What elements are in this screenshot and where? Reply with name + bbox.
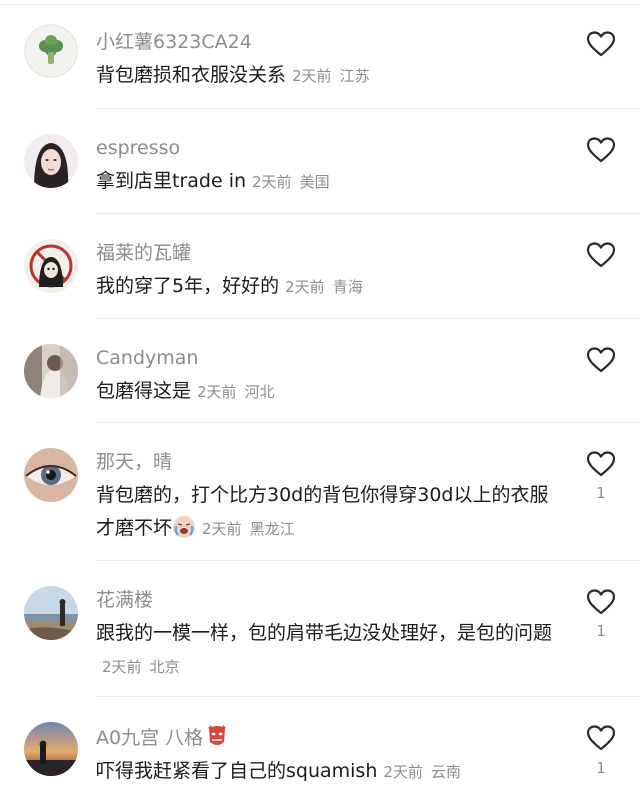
heart-outline-icon[interactable] xyxy=(587,137,615,163)
heart-outline-icon[interactable] xyxy=(587,725,615,751)
comment-text: 包磨得这是 xyxy=(96,380,192,402)
like-count: 1 xyxy=(596,484,606,502)
heart-outline-icon[interactable] xyxy=(587,589,615,615)
comment-body: 吓得我赶紧看了自己的squamish 2天前 云南 xyxy=(96,755,566,789)
divider xyxy=(96,422,640,423)
comment-location: 美国 xyxy=(299,173,330,191)
divider xyxy=(96,318,640,319)
divider xyxy=(96,108,640,109)
avatar[interactable] xyxy=(24,239,78,293)
divider xyxy=(96,696,640,697)
heart-outline-icon[interactable] xyxy=(587,242,615,268)
comment-item[interactable]: Candyman 包磨得这是 2天前 河北 xyxy=(0,320,640,424)
like-count: 1 xyxy=(596,759,606,777)
comment-location: 黑龙江 xyxy=(249,520,295,538)
comment-time: 2天前 xyxy=(383,763,423,781)
username[interactable]: 花满楼 xyxy=(96,588,153,612)
comment-item[interactable]: A0九宫 八格 吓得我赶紧看了自己的squamish 2天前 云南 1 xyxy=(0,698,640,799)
heart-outline-icon[interactable] xyxy=(587,347,615,373)
comment-item[interactable]: espresso 拿到店里trade in 2天前 美国 xyxy=(0,110,640,215)
username[interactable]: 那天，晴 xyxy=(96,450,172,474)
comment-time: 2天前 xyxy=(252,173,292,191)
avatar[interactable] xyxy=(24,586,78,640)
comment-body: 拿到店里trade in 2天前 美国 xyxy=(96,165,566,199)
comment-time: 2天前 xyxy=(102,658,142,676)
comment-body: 包磨得这是 2天前 河北 xyxy=(96,375,566,409)
comment-time: 2天前 xyxy=(197,383,237,401)
comment-location: 河北 xyxy=(244,383,275,401)
avatar[interactable] xyxy=(24,24,78,78)
comment-time: 2天前 xyxy=(202,520,242,538)
comment-body: 背包磨的，打个比方30d的背包你得穿30d以上的衣服才磨不坏 2天前 黑龙江 xyxy=(96,479,566,546)
comment-location: 青海 xyxy=(332,278,363,296)
crying-face-emoji xyxy=(173,516,196,538)
comment-location: 北京 xyxy=(149,658,180,676)
comment-text: 吓得我赶紧看了自己的squamish xyxy=(96,760,378,782)
comment-item[interactable]: 那天，晴 背包磨的，打个比方30d的背包你得穿30d以上的衣服才磨不坏 2天前 黑… xyxy=(0,424,640,562)
username[interactable]: 福莱的瓦罐 xyxy=(96,241,191,265)
comment-text: 背包磨的，打个比方30d的背包你得穿30d以上的衣服才磨不坏 xyxy=(96,484,549,539)
comment-text: 背包磨损和衣服没关系 xyxy=(96,64,287,86)
comment-item[interactable]: 小红薯6323CA24 背包磨损和衣服没关系 2天前 江苏 xyxy=(0,0,640,110)
username[interactable]: 小红薯6323CA24 xyxy=(96,30,252,54)
heart-outline-icon[interactable] xyxy=(587,31,615,57)
heart-outline-icon[interactable] xyxy=(587,451,615,477)
comment-body: 跟我的一模一样，包的肩带毛边没处理好，是包的问题 2天前 北京 xyxy=(96,617,566,684)
divider xyxy=(96,560,640,561)
comment-body: 背包磨损和衣服没关系 2天前 江苏 xyxy=(96,59,566,93)
comment-time: 2天前 xyxy=(285,278,325,296)
avatar[interactable] xyxy=(24,448,78,502)
comment-location: 云南 xyxy=(430,763,461,781)
username[interactable]: Candyman xyxy=(96,346,198,370)
comment-text: 我的穿了5年，好好的 xyxy=(96,275,280,297)
comment-time: 2天前 xyxy=(292,67,332,85)
comment-item[interactable]: 福莱的瓦罐 我的穿了5年，好好的 2天前 青海 xyxy=(0,215,640,320)
comment-body: 我的穿了5年，好好的 2天前 青海 xyxy=(96,270,566,304)
username[interactable]: A0九宫 八格 xyxy=(96,724,228,750)
comment-location: 江苏 xyxy=(339,67,370,85)
divider xyxy=(96,213,640,214)
username-text: A0九宫 八格 xyxy=(96,727,204,749)
username[interactable]: espresso xyxy=(96,136,180,160)
like-count: 1 xyxy=(596,622,606,640)
avatar[interactable] xyxy=(24,722,78,776)
avatar[interactable] xyxy=(24,134,78,188)
comment-item[interactable]: 花满楼 跟我的一模一样，包的肩带毛边没处理好，是包的问题 2天前 北京 1 xyxy=(0,562,640,698)
comment-list: 小红薯6323CA24 背包磨损和衣服没关系 2天前 江苏 espresso 拿到… xyxy=(0,0,640,799)
avatar[interactable] xyxy=(24,344,78,398)
comment-text: 拿到店里trade in xyxy=(96,170,247,192)
red-mask-emoji xyxy=(208,725,227,745)
comment-text: 跟我的一模一样，包的肩带毛边没处理好，是包的问题 xyxy=(96,622,553,644)
